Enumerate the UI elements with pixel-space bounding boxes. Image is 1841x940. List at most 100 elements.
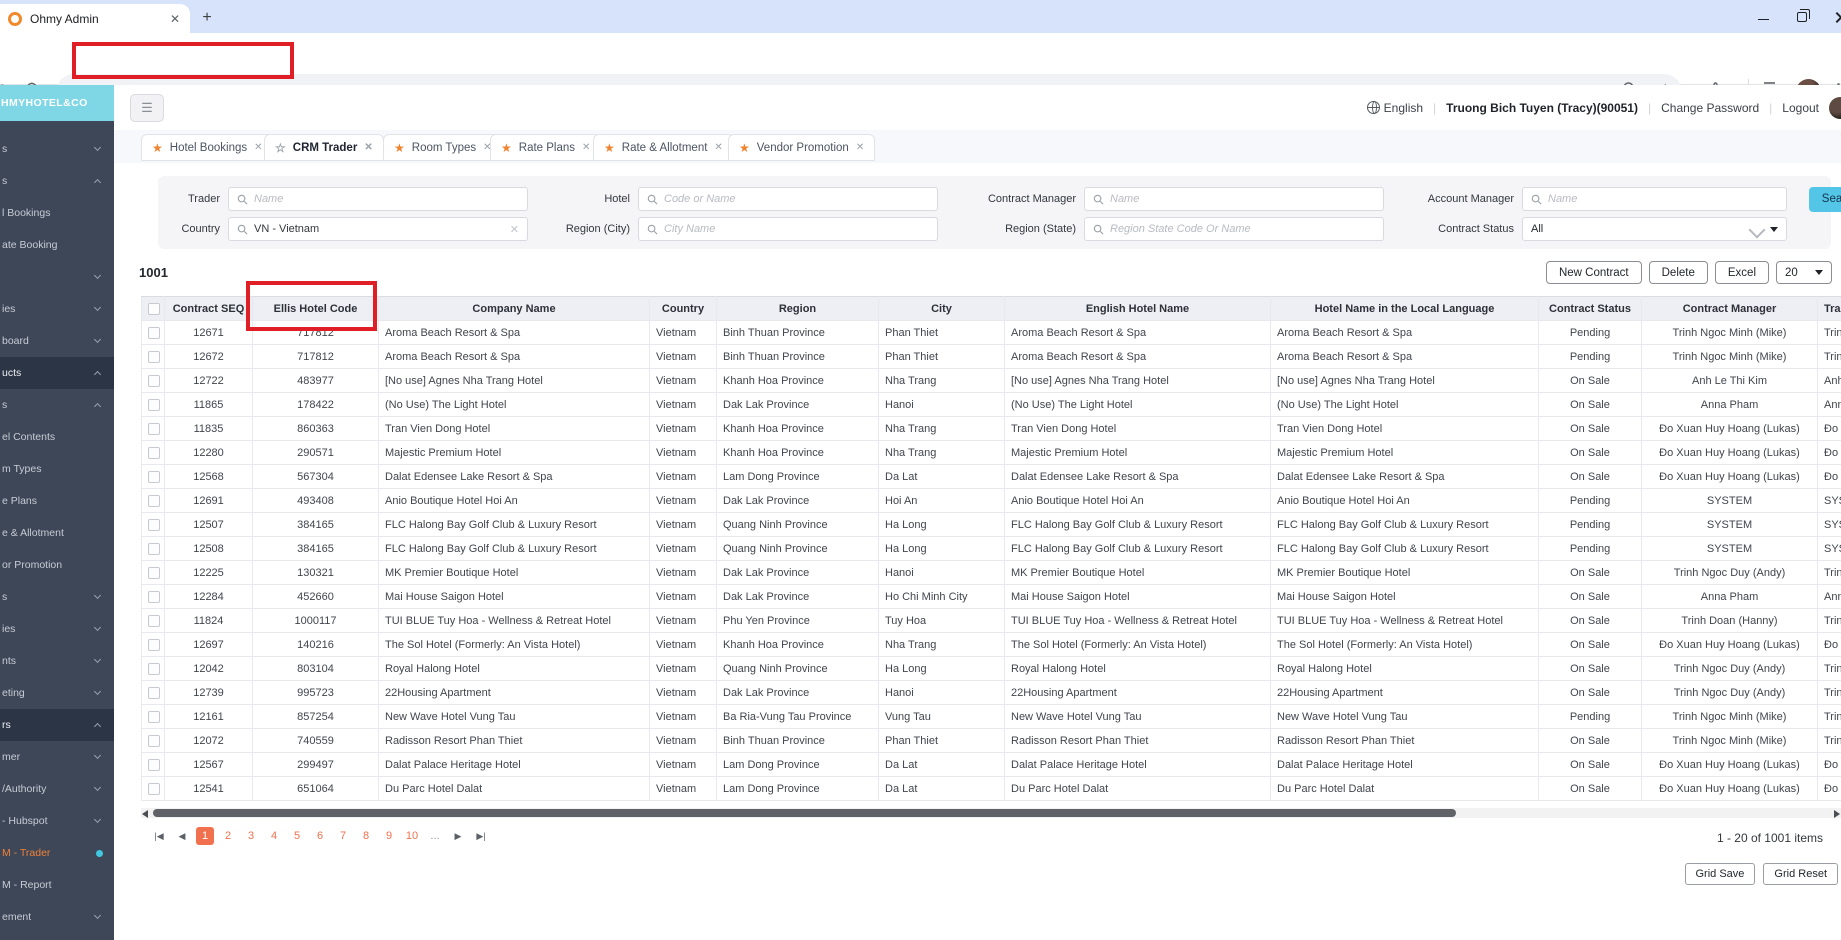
row-checkbox-cell[interactable] <box>141 512 165 537</box>
tab-close-icon[interactable]: ✕ <box>170 12 180 26</box>
star-filled-icon[interactable]: ★ <box>152 141 163 155</box>
scroll-left-icon[interactable] <box>142 810 148 818</box>
tab-rate-allotment[interactable]: ★ Rate & Allotment ✕ <box>593 134 734 161</box>
browser-tab[interactable]: Ohmy Admin ✕ <box>0 4 190 33</box>
region-city-input[interactable] <box>638 217 938 241</box>
sidebar-item[interactable]: nts <box>0 645 114 677</box>
star-outline-icon[interactable]: ☆ <box>275 141 286 155</box>
checkbox-icon[interactable] <box>148 638 160 651</box>
row-checkbox-cell[interactable] <box>141 416 165 441</box>
next-page-button[interactable]: ▶ <box>449 827 467 845</box>
prev-page-button[interactable]: ◀ <box>173 827 191 845</box>
scroll-right-icon[interactable] <box>1834 810 1840 818</box>
row-checkbox-cell[interactable] <box>141 368 165 393</box>
star-filled-icon[interactable]: ★ <box>604 141 615 155</box>
page-size-select[interactable]: 20 <box>1776 261 1832 284</box>
page-button-6[interactable]: 6 <box>311 827 329 845</box>
account-manager-input[interactable] <box>1522 187 1787 211</box>
checkbox-icon[interactable] <box>148 518 160 531</box>
checkbox-icon[interactable] <box>148 374 160 387</box>
new-contract-button[interactable]: New Contract <box>1545 261 1642 284</box>
sidebar-item[interactable]: board <box>0 325 114 357</box>
user-avatar[interactable] <box>1829 97 1841 119</box>
checkbox-icon[interactable] <box>148 710 160 723</box>
checkbox-icon[interactable] <box>148 758 160 771</box>
last-page-button[interactable]: ▶| <box>472 827 490 845</box>
page-button-4[interactable]: 4 <box>265 827 283 845</box>
tab-rate-plans[interactable]: ★ Rate Plans ✕ <box>490 134 602 161</box>
row-checkbox-cell[interactable] <box>141 728 165 753</box>
sidebar-item[interactable]: /Authority <box>0 773 114 805</box>
checkbox-icon[interactable] <box>148 350 160 363</box>
row-checkbox-cell[interactable] <box>141 344 165 369</box>
checkbox-icon[interactable] <box>148 422 160 435</box>
star-filled-icon[interactable]: ★ <box>739 141 750 155</box>
trader-input[interactable] <box>228 187 528 211</box>
tab-close-icon[interactable]: ✕ <box>254 142 262 153</box>
sidebar-item[interactable]: ies <box>0 613 114 645</box>
header-select-all[interactable] <box>141 296 165 321</box>
delete-button[interactable]: Delete <box>1648 261 1708 284</box>
page-button-7[interactable]: 7 <box>334 827 352 845</box>
row-checkbox-cell[interactable] <box>141 392 165 417</box>
tab-close-icon[interactable]: ✕ <box>582 142 590 153</box>
checkbox-icon[interactable] <box>148 734 160 747</box>
sidebar-item[interactable]: or Promotion <box>0 549 114 581</box>
sidebar-item[interactable]: M - Trader <box>0 837 114 869</box>
contract-status-select[interactable]: All <box>1522 217 1787 241</box>
window-restore-button[interactable] <box>1797 8 1810 22</box>
horizontal-scrollbar[interactable] <box>141 808 1841 818</box>
checkbox-icon[interactable] <box>148 494 160 507</box>
logout-link[interactable]: Logout <box>1782 101 1819 115</box>
sidebar-item[interactable]: l Bookings <box>0 197 114 229</box>
sidebar-item[interactable]: e Plans <box>0 485 114 517</box>
checkbox-icon[interactable] <box>148 326 160 339</box>
sidebar-item[interactable] <box>0 261 114 293</box>
sidebar-item[interactable]: s <box>0 581 114 613</box>
row-checkbox-cell[interactable] <box>141 776 165 801</box>
checkbox-icon[interactable] <box>148 686 160 699</box>
tab-room-types[interactable]: ★ Room Types ✕ <box>383 134 503 161</box>
sidebar-item[interactable]: e & Allotment <box>0 517 114 549</box>
checkbox-icon[interactable] <box>148 614 160 627</box>
row-checkbox-cell[interactable] <box>141 656 165 681</box>
sidebar-item[interactable]: mer <box>0 741 114 773</box>
page-button-8[interactable]: 8 <box>357 827 375 845</box>
checkbox-icon[interactable] <box>148 446 160 459</box>
checkbox-icon[interactable] <box>148 662 160 675</box>
sidebar-toggle-button[interactable]: ☰ <box>130 94 164 122</box>
region-state-input[interactable] <box>1084 217 1384 241</box>
row-checkbox-cell[interactable] <box>141 464 165 489</box>
row-checkbox-cell[interactable] <box>141 584 165 609</box>
scrollbar-thumb[interactable] <box>153 809 1456 817</box>
sidebar-item[interactable]: s <box>0 389 114 421</box>
clear-country-icon[interactable]: ✕ <box>510 223 519 236</box>
sidebar-item[interactable]: rs <box>0 709 114 741</box>
new-tab-button[interactable]: + <box>196 8 218 30</box>
row-checkbox-cell[interactable] <box>141 440 165 465</box>
sidebar-item[interactable]: s <box>0 133 114 165</box>
tab-vendor-promotion[interactable]: ★ Vendor Promotion ✕ <box>728 134 876 161</box>
sidebar-item[interactable]: - Hubspot <box>0 805 114 837</box>
checkbox-icon[interactable] <box>148 398 160 411</box>
page-button-5[interactable]: 5 <box>288 827 306 845</box>
checkbox-icon[interactable] <box>148 542 160 555</box>
row-checkbox-cell[interactable] <box>141 632 165 657</box>
row-checkbox-cell[interactable] <box>141 536 165 561</box>
contract-manager-input[interactable] <box>1084 187 1384 211</box>
change-password-link[interactable]: Change Password <box>1661 101 1759 115</box>
row-checkbox-cell[interactable] <box>141 320 165 345</box>
country-input[interactable]: ✕ <box>228 217 528 241</box>
tab-crm-trader[interactable]: ☆ CRM Trader ✕ <box>264 134 384 161</box>
search-button[interactable]: Search <box>1809 186 1841 212</box>
first-page-button[interactable]: |◀ <box>150 827 168 845</box>
page-button-10[interactable]: 10 <box>403 827 421 845</box>
row-checkbox-cell[interactable] <box>141 608 165 633</box>
row-checkbox-cell[interactable] <box>141 560 165 585</box>
sidebar-item[interactable]: el Contents <box>0 421 114 453</box>
sidebar-item[interactable]: m Types <box>0 453 114 485</box>
tab-close-icon[interactable]: ✕ <box>856 142 864 153</box>
sidebar-item[interactable]: s <box>0 165 114 197</box>
checkbox-icon[interactable] <box>148 566 160 579</box>
row-checkbox-cell[interactable] <box>141 752 165 777</box>
